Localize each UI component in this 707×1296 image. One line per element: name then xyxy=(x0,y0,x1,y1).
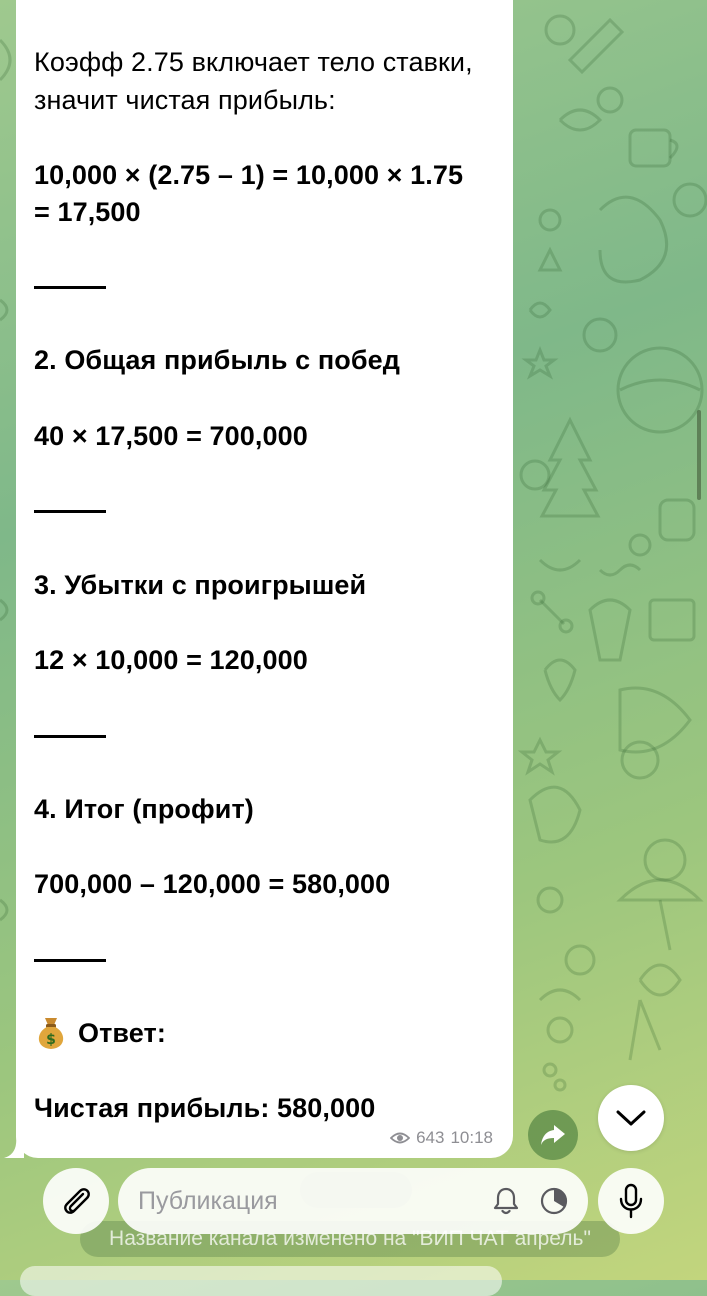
publication-input[interactable] xyxy=(138,1186,468,1216)
separator-line xyxy=(34,959,106,962)
share-button[interactable] xyxy=(528,1110,578,1160)
money-bag-icon: $ xyxy=(38,1018,64,1049)
section-2-formula: 40 × 17,500 = 700,000 xyxy=(34,421,308,451)
message-time: 10:18 xyxy=(450,1128,493,1147)
microphone-button[interactable] xyxy=(598,1168,664,1234)
answer-label: Ответ: xyxy=(78,1018,166,1048)
message-meta: 643 10:18 xyxy=(390,1128,493,1148)
section-3-formula: 12 × 10,000 = 120,000 xyxy=(34,645,308,675)
separator-line xyxy=(34,286,106,289)
view-count: 643 xyxy=(416,1128,445,1147)
section-2-title: 2. Общая прибыль с побед xyxy=(34,345,401,375)
eye-icon xyxy=(390,1132,411,1144)
section-3-title: 3. Убытки с проигрышей xyxy=(34,570,367,600)
formula-1-line-1: 10,000 × (2.75 – 1) = 10,000 × 1.75 xyxy=(34,160,464,190)
chevron-down-icon xyxy=(616,1110,646,1126)
scroll-indicator[interactable] xyxy=(697,410,701,500)
section-4-title: 4. Итог (профит) xyxy=(34,794,254,824)
message-intro-line-1: Коэфф 2.75 включает тело ставки, xyxy=(34,47,473,77)
answer-text: Чистая прибыль: 580,000 xyxy=(34,1093,376,1123)
timer-icon[interactable] xyxy=(538,1185,570,1217)
paperclip-icon xyxy=(64,1188,90,1214)
microphone-icon xyxy=(619,1183,643,1219)
svg-text:$: $ xyxy=(46,1032,56,1048)
separator-line xyxy=(34,510,106,513)
bell-icon[interactable] xyxy=(490,1185,522,1217)
message-input-field[interactable] xyxy=(118,1168,588,1234)
share-arrow-icon xyxy=(541,1125,565,1145)
message-intro-line-2: значит чистая прибыль: xyxy=(34,85,336,115)
home-indicator-area xyxy=(20,1266,502,1296)
formula-1-line-2: = 17,500 xyxy=(34,197,141,227)
separator-line xyxy=(34,735,106,738)
section-4-formula: 700,000 – 120,000 = 580,000 xyxy=(34,869,391,899)
bubble-tail xyxy=(4,1136,24,1158)
attach-button[interactable] xyxy=(43,1168,109,1234)
scroll-down-button[interactable] xyxy=(598,1085,664,1151)
